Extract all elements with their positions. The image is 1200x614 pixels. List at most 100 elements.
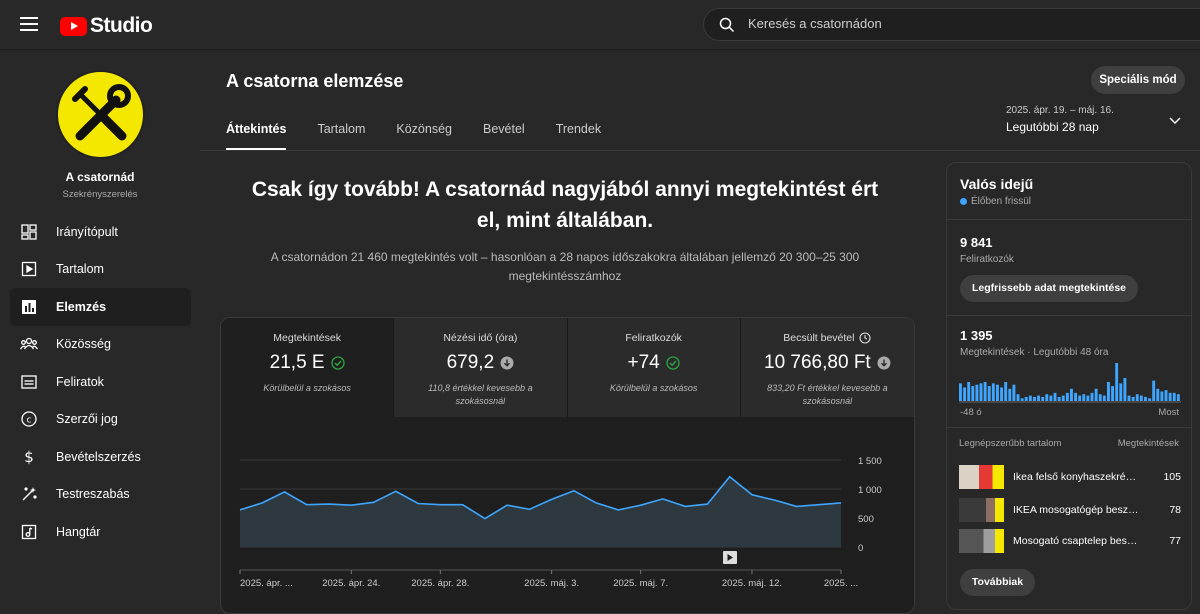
menu-icon[interactable] <box>20 17 38 31</box>
realtime-bar <box>1028 395 1032 401</box>
metric-value: +74 <box>627 352 660 373</box>
sidebar-item-label: Szerzői jog <box>56 412 118 427</box>
metric-label: Feliratkozók <box>625 332 682 344</box>
x-tick-label: 2025. ápr. 24. <box>322 578 380 589</box>
analytics-header: A csatorna elemzése Áttekintés Tartalom … <box>200 51 1200 151</box>
realtime-bar <box>1156 388 1160 401</box>
metric-label: Becsült bevétel <box>783 332 855 344</box>
page-title: A csatorna elemzése <box>226 71 404 91</box>
realtime-bar <box>1024 396 1028 401</box>
realtime-bar <box>963 387 967 401</box>
top-content-item[interactable]: Mosogató csaptelep beszer... 77 <box>959 529 1181 553</box>
search-input[interactable] <box>748 16 1168 31</box>
realtime-bar <box>1012 384 1016 401</box>
realtime-bar <box>971 386 975 401</box>
divider <box>947 219 1191 220</box>
tools-icon <box>72 84 131 141</box>
realtime-subscribers: 9 841 <box>960 235 993 250</box>
arrow-down-circle-icon <box>877 356 891 370</box>
video-thumbnail <box>959 465 1004 489</box>
realtime-views-chart[interactable] <box>959 363 1181 403</box>
realtime-bar <box>983 382 987 401</box>
metric-note: 110,8 értékkel kevesebb a szokásosnál <box>428 383 533 406</box>
realtime-bar <box>996 384 999 401</box>
channel-avatar[interactable] <box>56 70 145 159</box>
sidebar-item-label: Irányítópult <box>56 224 118 239</box>
views-chart[interactable]: 1 500 1 000 500 0 2025. ápr. ... 2025. ápr. 2… <box>221 417 915 614</box>
tab-trends[interactable]: Trendek <box>556 122 601 150</box>
subtitles-icon <box>20 373 38 391</box>
monetization-icon: $ <box>20 448 38 466</box>
realtime-bar <box>1078 395 1082 401</box>
sidebar-item-community[interactable]: Közösség <box>10 326 191 364</box>
metric-note: Körülbelül a szokásos <box>263 383 351 393</box>
tab-audience[interactable]: Közönség <box>396 122 452 150</box>
date-range-picker[interactable]: 2025. ápr. 19. – máj. 16. Legutóbbi 28 n… <box>1006 105 1114 134</box>
sidebar-item-audio-library[interactable]: Hangtár <box>10 513 191 551</box>
more-button[interactable]: Továbbiak <box>960 569 1035 596</box>
metric-views[interactable]: Megtekintések 21,5 E Körülbelül a szokás… <box>221 318 395 417</box>
video-views: 105 <box>1163 471 1181 483</box>
advanced-mode-button[interactable]: Speciális mód <box>1091 66 1185 94</box>
top-content-item[interactable]: Ikea felső konyhaszekrény ... 105 <box>959 465 1181 489</box>
realtime-bar <box>1115 363 1119 401</box>
metric-value: 679,2 <box>446 352 495 373</box>
tab-overview[interactable]: Áttekintés <box>226 122 287 150</box>
customization-icon <box>20 485 38 503</box>
divider <box>947 315 1191 316</box>
video-title: IKEA mosogatógép beszerel... <box>1013 504 1141 516</box>
metric-revenue[interactable]: Becsült bevétel 10 766,80 Ft 833,20 Ft é… <box>740 318 914 417</box>
top-content-header: Legnépszerűbb tartalom <box>959 438 1062 449</box>
realtime-bar <box>1144 396 1147 401</box>
sidebar-item-customization[interactable]: Testreszabás <box>10 476 191 514</box>
realtime-bar <box>1020 398 1024 401</box>
summary-headline: Csak így tovább! A csatornád nagyjából a… <box>251 178 879 232</box>
realtime-bar <box>1123 377 1127 401</box>
search-box[interactable] <box>703 8 1200 41</box>
realtime-bar <box>1082 394 1086 401</box>
play-video-icon[interactable] <box>723 551 737 564</box>
realtime-bar <box>1176 394 1180 401</box>
sidebar: A csatornád Szekrényszerelés Irányítópul… <box>0 51 200 614</box>
sidebar-item-monetization[interactable]: $ Bevételszerzés <box>10 438 191 476</box>
realtime-bar <box>1037 395 1041 401</box>
realtime-bar <box>1000 387 1004 401</box>
youtube-play-icon <box>60 16 87 36</box>
chevron-down-icon[interactable] <box>1169 117 1181 125</box>
sidebar-item-analytics[interactable]: Elemzés <box>10 288 191 326</box>
latest-data-button[interactable]: Legfrissebb adat megtekintése <box>960 275 1138 302</box>
studio-logo[interactable]: Studio <box>60 14 153 38</box>
metric-label: Megtekintések <box>273 332 341 344</box>
clock-icon <box>859 332 872 344</box>
realtime-bar <box>1102 395 1106 401</box>
metric-tabs: Megtekintések 21,5 E Körülbelül a szokás… <box>221 318 914 417</box>
realtime-title: Valós idejű <box>960 176 1034 192</box>
realtime-bar <box>1004 382 1008 401</box>
sidebar-item-subtitles[interactable]: Feliratok <box>10 363 191 401</box>
sidebar-item-label: Testreszabás <box>56 487 130 502</box>
realtime-bar <box>1107 382 1110 401</box>
audio-library-icon <box>20 523 38 541</box>
realtime-bar <box>1049 395 1053 401</box>
metric-subscribers[interactable]: Feliratkozók +74 Körülbelül a szokásos <box>567 318 741 417</box>
sidebar-item-dashboard[interactable]: Irányítópult <box>10 213 191 251</box>
tab-content[interactable]: Tartalom <box>317 122 365 150</box>
video-thumbnail <box>959 529 1004 553</box>
overview-card: Megtekintések 21,5 E Körülbelül a szokás… <box>220 317 915 614</box>
sidebar-item-label: Hangtár <box>56 524 101 539</box>
y-tick-label: 500 <box>858 514 874 525</box>
top-content-item[interactable]: IKEA mosogatógép beszerel... 78 <box>959 498 1181 522</box>
sidebar-item-label: Elemzés <box>56 299 107 314</box>
realtime-bar <box>979 383 983 401</box>
metric-watch-time[interactable]: Nézési idő (óra) 679,2 110,8 értékkel ke… <box>394 318 568 417</box>
sidebar-item-label: Feliratok <box>56 374 104 389</box>
realtime-bar <box>1008 388 1012 401</box>
realtime-bar <box>1172 392 1176 401</box>
sidebar-nav: Irányítópult Tartalom Elemzés Közösség F… <box>10 213 191 551</box>
sidebar-item-content[interactable]: Tartalom <box>10 251 191 289</box>
realtime-bar <box>967 382 971 401</box>
x-tick-label: 2025. máj. 7. <box>613 578 668 589</box>
realtime-bar <box>1152 380 1156 401</box>
tab-revenue[interactable]: Bevétel <box>483 122 525 150</box>
sidebar-item-copyright[interactable]: c Szerzői jog <box>10 401 191 439</box>
